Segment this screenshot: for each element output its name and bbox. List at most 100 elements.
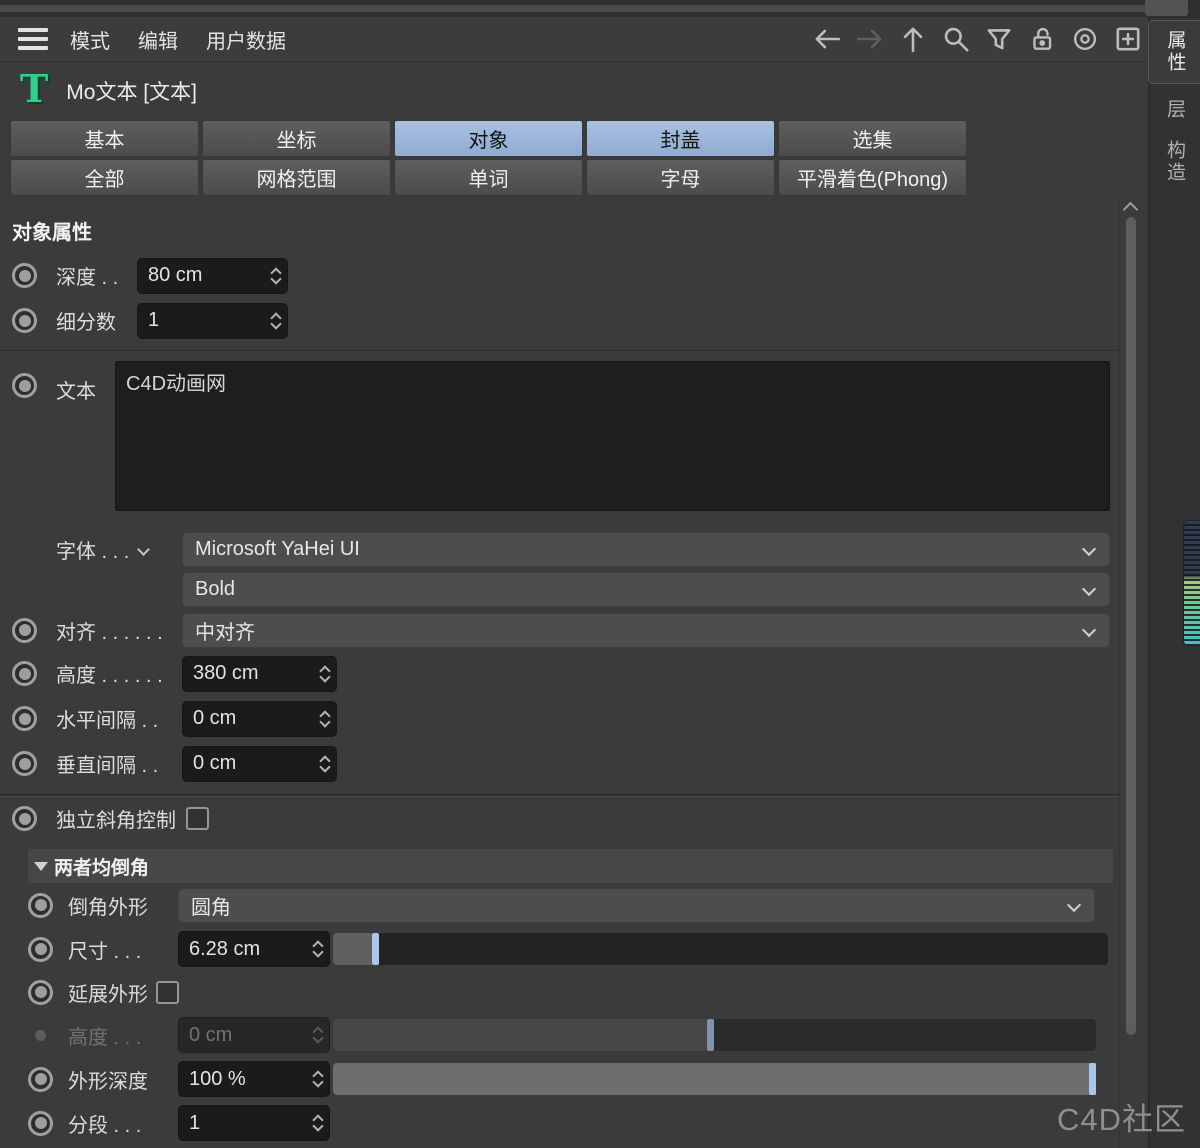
collapse-triangle-icon <box>34 862 48 871</box>
font-family-dropdown[interactable]: Microsoft YaHei UI <box>182 532 1110 567</box>
tab-basic[interactable]: 基本 <box>10 120 199 157</box>
keyframe-dot[interactable] <box>12 751 37 776</box>
keyframe-dot[interactable] <box>12 661 37 686</box>
size-input[interactable]: 6.28 cm <box>178 931 330 967</box>
tab-phong[interactable]: 平滑着色(Phong) <box>778 159 967 196</box>
vspace-input[interactable]: 0 cm <box>182 746 337 782</box>
keyframe-dot[interactable] <box>12 308 37 333</box>
chevron-down-icon <box>1082 541 1096 555</box>
tab-caps[interactable]: 封盖 <box>586 120 775 157</box>
hspace-label: 水平间隔 . . <box>56 704 182 733</box>
bevel-shape-row: 倒角外形 圆角 <box>0 883 1119 927</box>
tab-selections[interactable]: 选集 <box>778 120 967 157</box>
tab-object[interactable]: 对象 <box>394 120 583 157</box>
align-dropdown[interactable]: 中对齐 <box>182 613 1110 648</box>
tab-grid-range[interactable]: 网格范围 <box>202 159 391 196</box>
side-tab-strip: 属性 层 构造 <box>1148 17 1200 1148</box>
size-slider[interactable] <box>333 933 1108 965</box>
keyframe-dot[interactable] <box>28 893 53 918</box>
depth-row: 深度 . . 80 cm <box>0 253 1119 298</box>
tab-all[interactable]: 全部 <box>10 159 199 196</box>
bevel-group-label: 两者均倒角 <box>54 853 149 880</box>
vspace-stepper[interactable] <box>321 747 329 781</box>
size-slider-handle[interactable] <box>372 933 379 965</box>
search-icon[interactable] <box>941 24 971 54</box>
hspace-input[interactable]: 0 cm <box>182 701 337 737</box>
text-input[interactable]: C4D动画网 <box>115 361 1110 511</box>
segments-row: 分段 . . . 1 <box>0 1101 1119 1145</box>
tab-word[interactable]: 单词 <box>394 159 583 196</box>
vspace-label: 垂直间隔 . . <box>56 749 182 778</box>
size-stepper[interactable] <box>314 932 322 966</box>
bevel-group-header[interactable]: 两者均倒角 <box>28 849 1113 883</box>
shape-depth-stepper[interactable] <box>314 1062 322 1096</box>
height-input[interactable]: 380 cm <box>182 656 337 692</box>
attribute-manager-panel: 模式 编辑 用户数据 <box>0 0 1200 1148</box>
keyframe-dot[interactable] <box>28 1111 53 1136</box>
segments-input[interactable]: 1 <box>178 1105 330 1141</box>
keyframe-dot[interactable] <box>12 806 37 831</box>
keyframe-dot[interactable] <box>12 373 37 398</box>
side-tab-structure[interactable]: 构造 <box>1149 133 1200 191</box>
shape-depth-input[interactable]: 100 % <box>178 1061 330 1097</box>
keyframe-dot[interactable] <box>12 618 37 643</box>
vertical-scrollbar[interactable] <box>1126 217 1136 1035</box>
bevel-shape-dropdown[interactable]: 圆角 <box>178 888 1095 923</box>
hamburger-menu-icon[interactable] <box>18 28 48 50</box>
watermark: C4D社区 <box>1057 1094 1186 1139</box>
record-target-icon[interactable] <box>1070 24 1100 54</box>
depth-label: 深度 . . <box>56 261 137 290</box>
keyframe-dot[interactable] <box>28 1067 53 1092</box>
filter-icon[interactable] <box>984 24 1014 54</box>
font-collapse-chevron-icon[interactable] <box>137 543 150 556</box>
subdivision-stepper[interactable] <box>272 304 280 338</box>
menu-mode[interactable]: 模式 <box>68 23 112 56</box>
bevel-height-label: 高度 . . . <box>68 1021 178 1050</box>
subdivision-input[interactable]: 1 <box>137 303 288 339</box>
depth-stepper[interactable] <box>272 259 280 293</box>
lock-icon[interactable] <box>1027 24 1057 54</box>
height-stepper[interactable] <box>321 657 329 691</box>
forward-arrow-icon[interactable] <box>855 24 885 54</box>
extend-shape-checkbox[interactable] <box>156 981 179 1004</box>
keyframe-dot[interactable] <box>12 263 37 288</box>
hspace-row: 水平间隔 . . 0 cm <box>0 696 1119 741</box>
back-arrow-icon[interactable] <box>812 24 842 54</box>
keyframe-dot[interactable] <box>12 706 37 731</box>
up-arrow-icon[interactable] <box>898 24 928 54</box>
adjacent-tab-stub <box>1145 0 1188 16</box>
object-properties-panel: 对象属性 深度 . . 80 cm 细分数 1 <box>0 200 1120 1148</box>
size-row: 尺寸 . . . 6.28 cm <box>0 927 1119 971</box>
subdivision-row: 细分数 1 <box>0 298 1119 343</box>
hspace-stepper[interactable] <box>321 702 329 736</box>
bevel-height-input: 0 cm <box>178 1017 330 1053</box>
tab-letter[interactable]: 字母 <box>586 159 775 196</box>
section-title: 对象属性 <box>0 200 1119 253</box>
segments-stepper[interactable] <box>314 1106 322 1140</box>
independent-bevel-label: 独立斜角控制 <box>56 804 176 833</box>
keyframe-dot[interactable] <box>28 937 53 962</box>
scroll-up-icon[interactable] <box>1125 201 1138 214</box>
menu-edit[interactable]: 编辑 <box>136 23 180 56</box>
vspace-row: 垂直间隔 . . 0 cm <box>0 741 1119 786</box>
top-strip <box>0 0 1200 17</box>
font-style-dropdown[interactable]: Bold <box>182 572 1110 607</box>
shape-depth-row: 外形深度 100 % <box>0 1057 1119 1101</box>
text-label: 文本 <box>56 361 115 404</box>
side-tab-layer[interactable]: 层 <box>1149 91 1200 129</box>
depth-input[interactable]: 80 cm <box>137 258 288 294</box>
shape-depth-label: 外形深度 <box>68 1065 178 1094</box>
shape-depth-slider[interactable] <box>333 1063 1096 1095</box>
menu-user-data[interactable]: 用户数据 <box>204 23 288 56</box>
tab-coordinates[interactable]: 坐标 <box>202 120 391 157</box>
align-row: 对齐 . . . . . . 中对齐 <box>0 609 1119 651</box>
keyframe-dot-disabled <box>28 1023 53 1048</box>
add-panel-icon[interactable] <box>1113 24 1143 54</box>
shape-depth-slider-handle[interactable] <box>1089 1063 1096 1095</box>
bevel-height-slider-handle <box>707 1019 714 1051</box>
chevron-down-icon <box>1082 581 1096 595</box>
side-tab-attributes[interactable]: 属性 <box>1148 20 1200 84</box>
text-row: 文本 C4D动画网 <box>0 351 1119 517</box>
independent-bevel-checkbox[interactable] <box>186 807 209 830</box>
keyframe-dot[interactable] <box>28 980 53 1005</box>
